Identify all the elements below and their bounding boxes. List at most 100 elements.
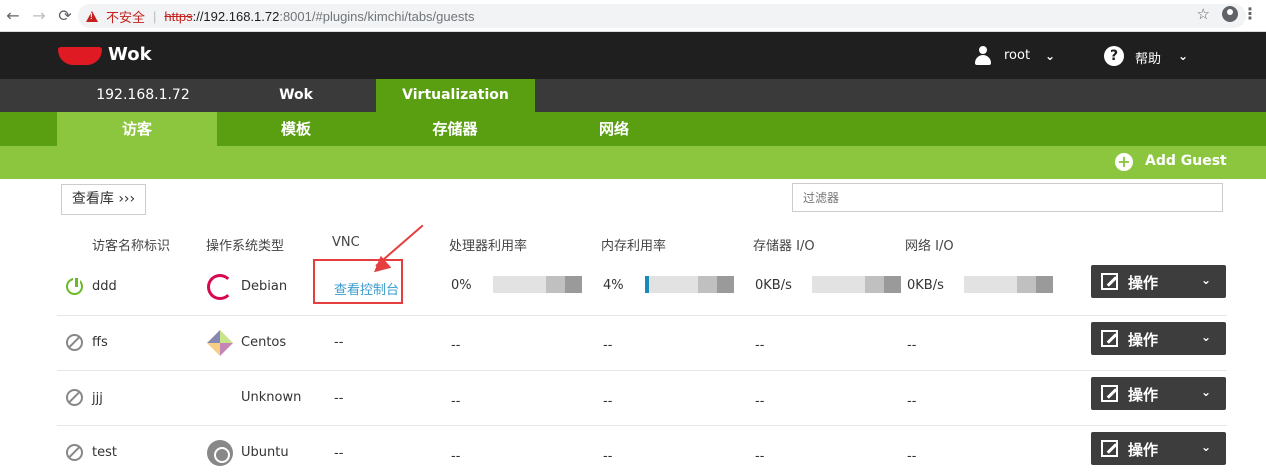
storage-io: -- — [755, 394, 765, 409]
cpu-usage-bar-segment — [546, 276, 565, 293]
edit-icon — [1101, 440, 1118, 457]
insecure-label: 不安全 — [106, 9, 146, 25]
network-io: -- — [907, 338, 917, 353]
guest-os: Ubuntu — [241, 445, 289, 460]
cpu-usage-bar — [493, 276, 582, 293]
network-io: 0KB/s — [907, 278, 944, 293]
actions-button[interactable]: 操作 ⌄ — [1091, 265, 1226, 298]
column-header-storage-io: 存储器 I/O — [753, 239, 815, 254]
cpu-usage-bar-segment — [565, 276, 582, 293]
help-chevron-down-icon[interactable]: ⌄ — [1178, 49, 1188, 63]
help-menu[interactable]: 帮助 — [1135, 48, 1161, 67]
cpu-usage: -- — [451, 394, 461, 409]
back-icon[interactable]: ← — [0, 3, 26, 29]
tab-wok[interactable]: Wok — [229, 79, 363, 112]
memory-usage-bar-segment — [698, 276, 717, 293]
column-header-name: 访客名称标识 — [92, 239, 171, 254]
ubuntu-icon — [207, 440, 233, 466]
tab-network[interactable]: 网络 — [535, 112, 693, 146]
edit-icon — [1101, 273, 1118, 290]
network-io: -- — [907, 394, 917, 409]
tab-guests[interactable]: 访客 — [57, 112, 217, 146]
guest-os: Debian — [241, 279, 288, 294]
storage-io: -- — [755, 338, 765, 353]
column-header-network-io: 网络 I/O — [905, 239, 954, 254]
help-icon[interactable]: ? — [1104, 46, 1124, 66]
actions-button-label: 操作 — [1128, 331, 1159, 349]
user-icon[interactable] — [974, 46, 992, 66]
reload-icon[interactable]: ⟳ — [52, 3, 78, 29]
storage-io-bar-segment — [884, 276, 901, 293]
chevron-down-icon: ⌄ — [1201, 330, 1212, 344]
plus-circle-icon[interactable]: + — [1115, 153, 1133, 171]
network-io-bar-segment — [1036, 276, 1053, 293]
actions-button-label: 操作 — [1128, 441, 1159, 459]
table-row: ffs Centos -- -- -- -- -- — [57, 316, 1227, 371]
profile-icon[interactable] — [1222, 6, 1238, 22]
brand-title: Wok — [108, 44, 152, 65]
actions-button[interactable]: 操作 ⌄ — [1091, 432, 1226, 465]
cpu-usage: -- — [451, 338, 461, 353]
column-header-os: 操作系统类型 — [206, 239, 285, 254]
debian-icon — [207, 274, 233, 300]
tab-virtualization[interactable]: Virtualization — [376, 79, 535, 112]
url-host: ://192.168.1.72 — [192, 8, 280, 24]
browser-menu-icon[interactable]: ⋮ — [1242, 4, 1258, 23]
guest-os: Centos — [241, 335, 287, 350]
user-menu[interactable]: root — [1004, 48, 1030, 63]
table-row: jjj Unknown -- -- -- -- -- — [57, 371, 1227, 426]
filter-input[interactable] — [792, 183, 1223, 212]
guest-name: ffs — [92, 335, 108, 350]
add-guest-button[interactable]: Add Guest — [1145, 153, 1227, 169]
url-path: :8001/#plugins/kimchi/tabs/guests — [279, 8, 475, 24]
user-chevron-down-icon[interactable]: ⌄ — [1045, 49, 1055, 63]
memory-usage: -- — [603, 394, 613, 409]
address-separator: | — [153, 8, 157, 24]
storage-io: 0KB/s — [755, 278, 792, 293]
actions-button-label: 操作 — [1128, 386, 1159, 404]
memory-usage-bar — [645, 276, 734, 293]
cpu-usage: 0% — [451, 278, 472, 293]
memory-usage: -- — [603, 338, 613, 353]
guest-os: Unknown — [241, 390, 302, 405]
column-header-memory: 内存利用率 — [601, 239, 667, 254]
guest-name: ddd — [92, 279, 117, 294]
power-off-icon — [66, 444, 83, 461]
edit-icon — [1101, 385, 1118, 402]
table-row: ddd Debian 查看控制台 0% 4% 0KB/s 0KB/s — [57, 258, 1227, 316]
browser-toolbar: ← → ⟳ 不安全 | https ://192.168.1.72 :8001/… — [0, 0, 1266, 32]
address-bar[interactable]: 不安全 | https ://192.168.1.72 :8001/#plugi… — [78, 4, 1246, 28]
chevron-down-icon: ⌄ — [1201, 273, 1212, 287]
column-header-vnc: VNC — [332, 235, 360, 250]
view-gallery-button[interactable]: 查看库 ››› — [61, 184, 146, 215]
memory-usage-bar-segment — [717, 276, 734, 293]
cpu-usage: -- — [451, 449, 461, 464]
storage-io-bar — [812, 276, 901, 293]
memory-usage: 4% — [603, 278, 624, 293]
actions-button[interactable]: 操作 ⌄ — [1091, 377, 1226, 410]
network-io-bar-segment — [1017, 276, 1036, 293]
memory-usage: -- — [603, 449, 613, 464]
tab-host[interactable]: 192.168.1.72 — [57, 79, 229, 112]
forward-icon[interactable]: → — [26, 3, 52, 29]
wok-logo-icon — [58, 47, 102, 65]
tab-storage[interactable]: 存储器 — [375, 112, 535, 146]
edit-icon — [1101, 330, 1118, 347]
url-scheme: https — [164, 8, 193, 24]
chevron-down-icon: ⌄ — [1201, 440, 1212, 454]
power-off-icon — [66, 334, 83, 351]
vnc-value: -- — [334, 335, 344, 350]
power-on-icon — [66, 276, 83, 295]
actions-button[interactable]: 操作 ⌄ — [1091, 322, 1226, 355]
actions-button-label: 操作 — [1128, 274, 1159, 292]
table-row: test Ubuntu -- -- -- -- -- — [57, 426, 1227, 475]
storage-io-bar-segment — [865, 276, 884, 293]
vnc-value: -- — [334, 391, 344, 406]
warning-icon — [86, 10, 98, 22]
memory-usage-fill — [645, 276, 649, 293]
app-header: Wok root ⌄ ? 帮助 ⌄ — [0, 32, 1266, 79]
guest-name: jjj — [92, 391, 103, 406]
bookmark-star-icon[interactable]: ☆ — [1197, 5, 1210, 23]
tab-templates[interactable]: 模板 — [217, 112, 375, 146]
storage-io: -- — [755, 449, 765, 464]
